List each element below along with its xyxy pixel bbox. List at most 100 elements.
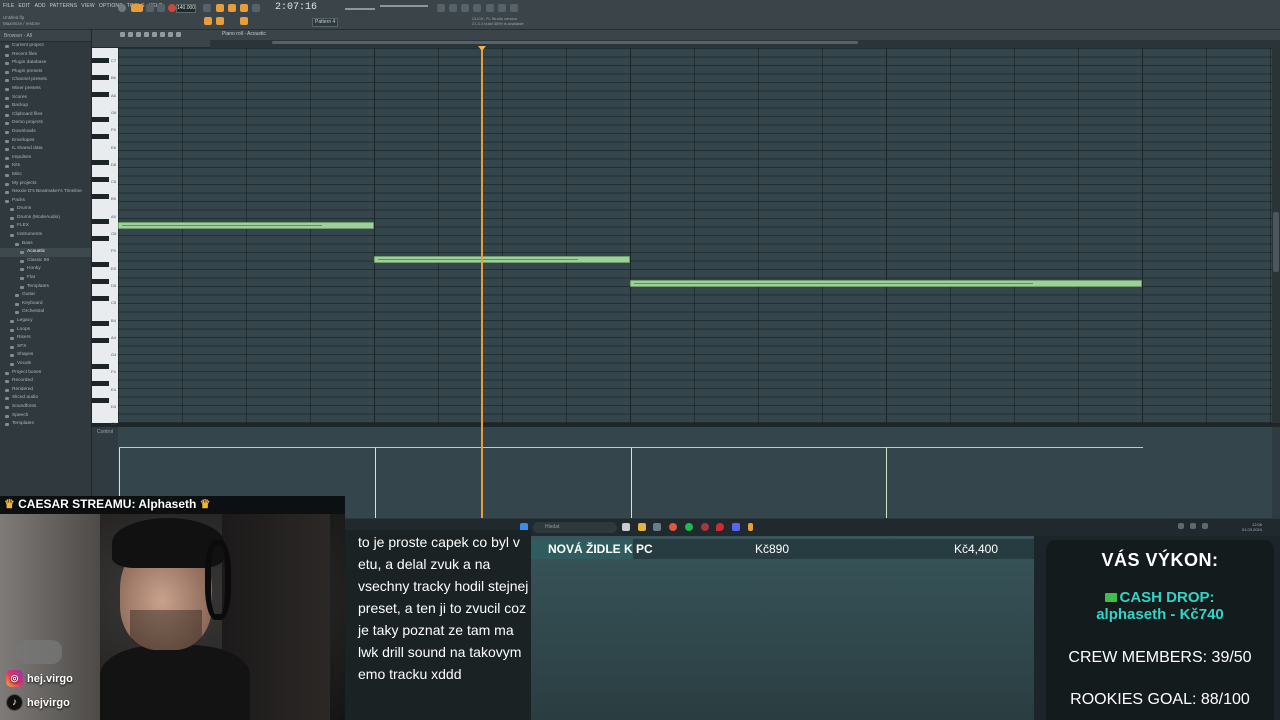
discord-icon[interactable] bbox=[732, 523, 740, 531]
master-volume-slider[interactable] bbox=[345, 8, 375, 10]
loop-record-icon[interactable] bbox=[240, 4, 248, 12]
browser-item[interactable]: Backup bbox=[0, 102, 91, 111]
store-icon[interactable] bbox=[653, 523, 661, 531]
record-icon[interactable] bbox=[168, 4, 176, 12]
browser-item[interactable]: Scores bbox=[0, 94, 91, 103]
velocity-level[interactable] bbox=[375, 447, 631, 448]
browser-item[interactable]: Bass bbox=[0, 240, 91, 249]
controls-label[interactable]: Control bbox=[97, 429, 113, 435]
task-view-icon[interactable] bbox=[622, 523, 630, 531]
pattern-selector[interactable]: Pattern 4 bbox=[312, 18, 338, 27]
browser-item[interactable]: Kits bbox=[0, 162, 91, 171]
browser-item[interactable]: Instruments bbox=[0, 231, 91, 240]
wait-for-input-icon[interactable] bbox=[216, 4, 224, 12]
piano-black-key[interactable] bbox=[92, 193, 109, 199]
browser-item[interactable]: FLEX bbox=[0, 222, 91, 231]
piano-roll-icon[interactable] bbox=[461, 4, 469, 12]
delete-tool-icon[interactable] bbox=[136, 32, 141, 37]
chrome-icon[interactable] bbox=[669, 523, 677, 531]
browser-item[interactable]: Demo projects bbox=[0, 119, 91, 128]
mixer-icon[interactable] bbox=[437, 4, 445, 12]
piano-black-key[interactable] bbox=[92, 219, 109, 224]
browser-item[interactable]: Honky bbox=[0, 265, 91, 274]
piano-black-key[interactable] bbox=[92, 295, 109, 301]
browser-item[interactable]: Misc bbox=[0, 171, 91, 180]
pattern-song-toggle[interactable] bbox=[131, 4, 143, 12]
slice-tool-icon[interactable] bbox=[152, 32, 157, 37]
piano-black-key[interactable] bbox=[92, 278, 109, 284]
app-icon-red[interactable] bbox=[701, 523, 709, 531]
browser-item[interactable]: SFX bbox=[0, 343, 91, 352]
piano-black-key[interactable] bbox=[92, 363, 109, 369]
news-panel[interactable]: CLICK: FL Studio version 21.3.3 build 35… bbox=[472, 16, 524, 26]
browser-item[interactable]: Guitar bbox=[0, 291, 91, 300]
playhead[interactable] bbox=[481, 48, 483, 518]
browser-item[interactable]: Recorded bbox=[0, 377, 91, 386]
note[interactable] bbox=[630, 280, 1142, 287]
browser-item[interactable]: Recent files bbox=[0, 51, 91, 60]
browser-item[interactable]: Soundfonts bbox=[0, 403, 91, 412]
select-tool-icon[interactable] bbox=[160, 32, 165, 37]
taskbar-clock[interactable]: 12:06 01.03.2024 bbox=[1242, 522, 1262, 532]
browser-item[interactable]: Classic 88 bbox=[0, 257, 91, 266]
tempo-display[interactable]: 140.000 bbox=[176, 4, 196, 13]
note[interactable] bbox=[374, 256, 630, 263]
piano-black-key[interactable] bbox=[92, 159, 109, 165]
browser-item[interactable]: Channel presets bbox=[0, 76, 91, 85]
channel-rack-icon[interactable] bbox=[449, 4, 457, 12]
plugin-picker-icon[interactable] bbox=[498, 4, 506, 12]
countdown-icon[interactable] bbox=[228, 4, 236, 12]
browser-item[interactable]: Envelopes bbox=[0, 137, 91, 146]
browser-item[interactable]: Drums bbox=[0, 205, 91, 214]
menu-edit[interactable]: EDIT bbox=[18, 3, 30, 9]
menu-patterns[interactable]: PATTERNS bbox=[50, 3, 78, 9]
velocity-stem[interactable] bbox=[375, 447, 376, 522]
browser-item[interactable]: Keyboard bbox=[0, 300, 91, 309]
browser-item[interactable]: Vocals bbox=[0, 360, 91, 369]
velocity-stem[interactable] bbox=[631, 447, 632, 522]
piano-black-key[interactable] bbox=[92, 57, 109, 63]
browser-item[interactable]: Packs bbox=[0, 197, 91, 206]
spotify-icon[interactable] bbox=[685, 523, 693, 531]
volume-icon[interactable] bbox=[1202, 523, 1208, 529]
tempo-tapper-icon[interactable] bbox=[510, 4, 518, 12]
browser-item[interactable]: IL shared data bbox=[0, 145, 91, 154]
draw-tool-icon[interactable] bbox=[120, 32, 125, 37]
velocity-level[interactable] bbox=[119, 447, 375, 448]
vertical-scrollbar[interactable] bbox=[1272, 48, 1280, 423]
tray-chevron-icon[interactable] bbox=[1178, 523, 1184, 529]
record-mode-icon[interactable] bbox=[118, 4, 126, 12]
menu-file[interactable]: FILE bbox=[3, 3, 14, 9]
piano-black-key[interactable] bbox=[92, 134, 109, 139]
browser-item[interactable]: Legacy bbox=[0, 317, 91, 326]
stop-icon[interactable] bbox=[157, 4, 165, 12]
metronome-icon[interactable] bbox=[203, 4, 211, 12]
browser-item[interactable]: Templates bbox=[0, 283, 91, 292]
browser-item[interactable]: Downloads bbox=[0, 128, 91, 137]
snap-icon[interactable] bbox=[204, 17, 212, 25]
blend-notes-icon[interactable] bbox=[240, 17, 248, 25]
browser-item[interactable]: Rendered bbox=[0, 386, 91, 395]
browser-item[interactable]: My projects bbox=[0, 180, 91, 189]
browser-item[interactable]: Risers bbox=[0, 334, 91, 343]
piano-black-key[interactable] bbox=[92, 261, 109, 267]
taskbar-search[interactable]: Hledat bbox=[533, 522, 617, 533]
browser-item[interactable]: Loops bbox=[0, 326, 91, 335]
mute-tool-icon[interactable] bbox=[144, 32, 149, 37]
browser-item[interactable]: Plugin presets bbox=[0, 68, 91, 77]
browser-item[interactable]: Current project bbox=[0, 42, 91, 51]
piano-black-key[interactable] bbox=[92, 74, 109, 80]
note[interactable] bbox=[118, 222, 374, 229]
playhead-marker[interactable] bbox=[478, 46, 486, 51]
play-icon[interactable] bbox=[146, 4, 154, 12]
browser-item[interactable]: Impulses bbox=[0, 154, 91, 163]
playback-tool-icon[interactable] bbox=[176, 32, 181, 37]
browser-item[interactable]: Nexxie D's Beatmaker's Timeline bbox=[0, 188, 91, 197]
typing-keyboard-icon[interactable] bbox=[216, 17, 224, 25]
file-explorer-icon[interactable] bbox=[638, 523, 646, 531]
velocity-level[interactable] bbox=[631, 447, 1143, 448]
horizontal-scrollbar[interactable] bbox=[272, 41, 858, 44]
piano-black-key[interactable] bbox=[92, 117, 109, 122]
playlist-icon[interactable] bbox=[473, 4, 481, 12]
browser-icon[interactable] bbox=[486, 4, 494, 12]
